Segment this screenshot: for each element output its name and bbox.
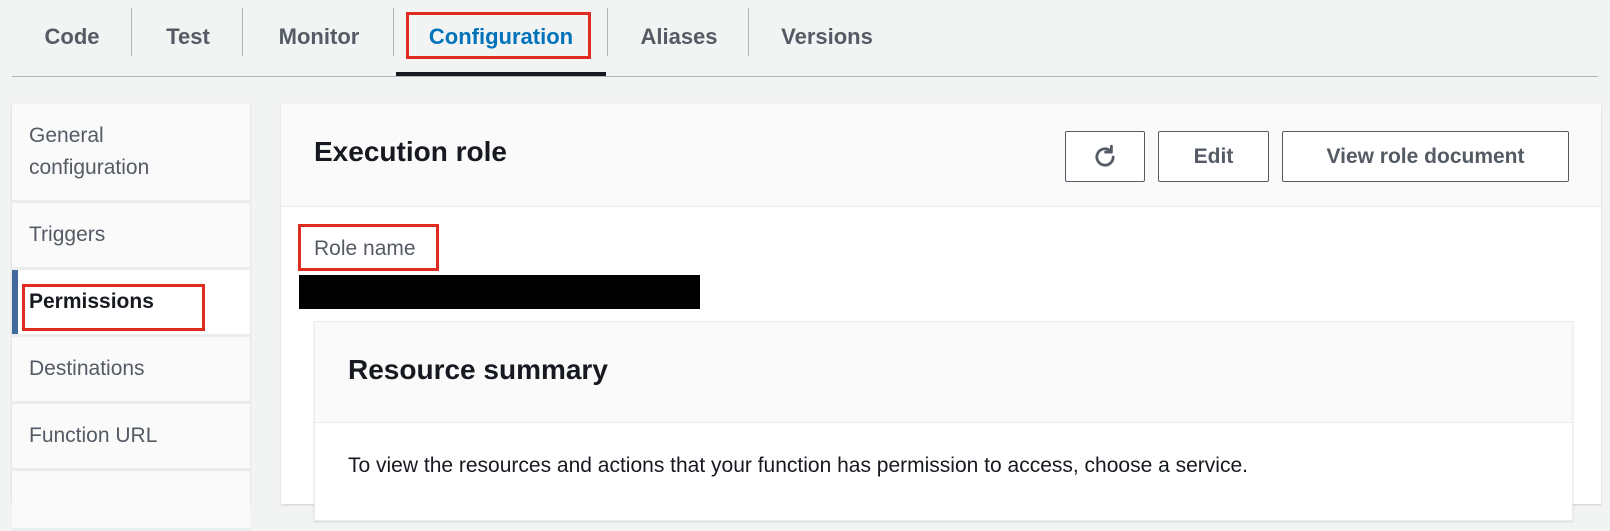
execution-role-title: Execution role	[314, 136, 507, 167]
view-role-document-button[interactable]: View role document	[1282, 131, 1569, 182]
refresh-button[interactable]	[1065, 131, 1145, 182]
sidenav-item-function-url[interactable]: Function URL	[12, 404, 250, 471]
sidenav-item-triggers[interactable]: Triggers	[12, 203, 250, 270]
resource-summary-title: Resource summary	[348, 354, 608, 385]
resource-summary-card: Resource summary To view the resources a…	[314, 321, 1573, 521]
refresh-icon	[1091, 143, 1119, 171]
sidenav-item-label: General configuration	[29, 124, 150, 179]
tab-divider	[393, 8, 394, 56]
sidenav-item-permissions[interactable]: Permissions	[12, 270, 250, 337]
edit-button[interactable]: Edit	[1158, 131, 1269, 182]
tab-monitor[interactable]: Monitor	[262, 0, 376, 74]
sidenav-item-label: Triggers	[29, 223, 106, 246]
role-name-value-redacted	[299, 275, 700, 309]
sidenav-item-label: Destinations	[29, 357, 145, 380]
tab-test[interactable]: Test	[144, 0, 232, 74]
tab-versions[interactable]: Versions	[768, 0, 886, 74]
tab-divider	[131, 8, 132, 56]
tab-configuration[interactable]: Configuration	[406, 0, 596, 74]
sidenav-item-more[interactable]	[12, 471, 250, 531]
configuration-side-nav: General configuration Triggers Permissio…	[12, 104, 250, 531]
resource-summary-header: Resource summary	[315, 322, 1572, 423]
tab-divider	[242, 8, 243, 56]
sidenav-item-destinations[interactable]: Destinations	[12, 337, 250, 404]
active-item-indicator	[12, 270, 18, 334]
tab-code[interactable]: Code	[28, 0, 116, 74]
execution-role-panel: Execution role Edit View role document R…	[281, 104, 1601, 521]
tab-divider	[607, 8, 608, 56]
tab-bar: Code Test Monitor Configuration Aliases …	[0, 0, 1610, 78]
sidenav-item-label: Function URL	[29, 424, 158, 447]
resource-summary-description: To view the resources and actions that y…	[348, 454, 1248, 477]
tab-aliases[interactable]: Aliases	[624, 0, 734, 74]
tab-bar-divider	[12, 76, 1598, 77]
tab-divider	[748, 8, 749, 56]
execution-role-header: Execution role Edit View role document	[281, 104, 1601, 207]
sidenav-item-label: Permissions	[29, 290, 154, 313]
sidenav-item-general-configuration[interactable]: General configuration	[12, 104, 250, 203]
role-name-label: Role name	[314, 237, 416, 260]
